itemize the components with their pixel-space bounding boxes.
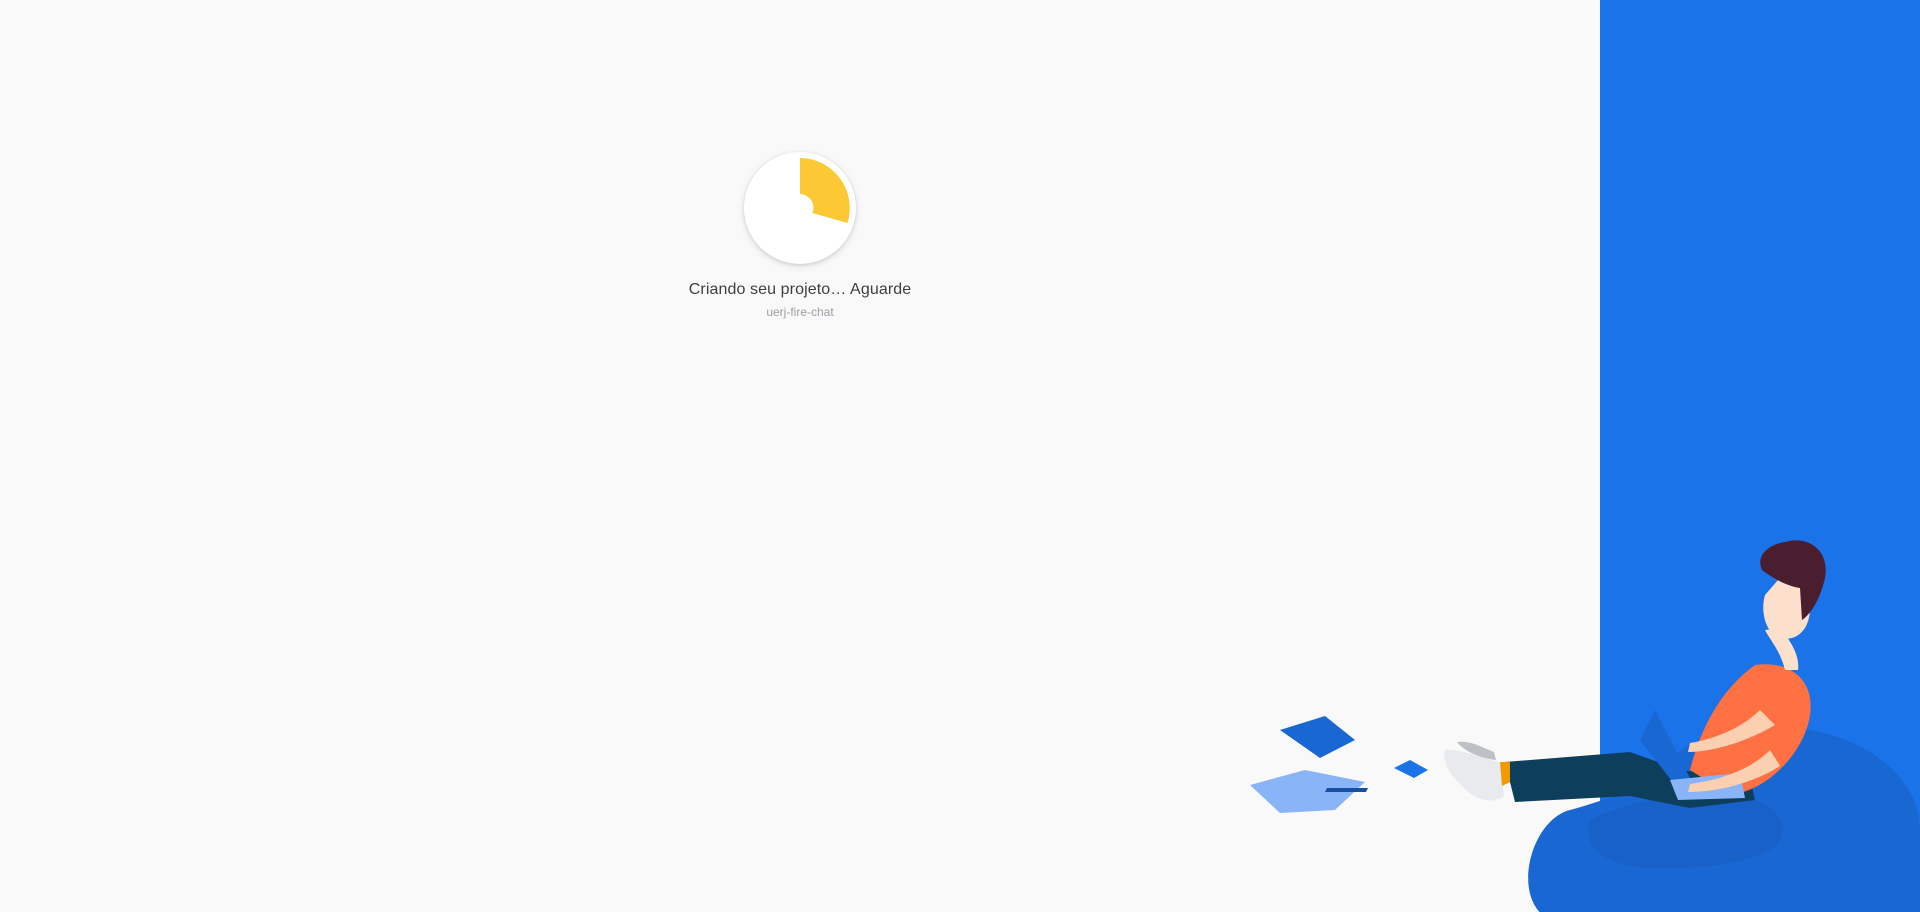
- phone: [1394, 760, 1428, 778]
- project-creation-page: Criando seu projeto… Aguarde uerj-fire-c…: [0, 0, 1920, 912]
- loading-status: Criando seu projeto… Aguarde uerj-fire-c…: [644, 152, 956, 319]
- progress-arc-icon: [800, 158, 850, 223]
- loading-title: Criando seu projeto… Aguarde: [688, 281, 912, 298]
- progress-spinner: [744, 152, 856, 264]
- progress-arc: [800, 158, 850, 223]
- project-id: uerj-fire-chat: [766, 305, 834, 319]
- pen: [1325, 788, 1368, 792]
- person-with-laptop-illustration: [1250, 540, 1920, 912]
- paper-blue: [1280, 716, 1355, 758]
